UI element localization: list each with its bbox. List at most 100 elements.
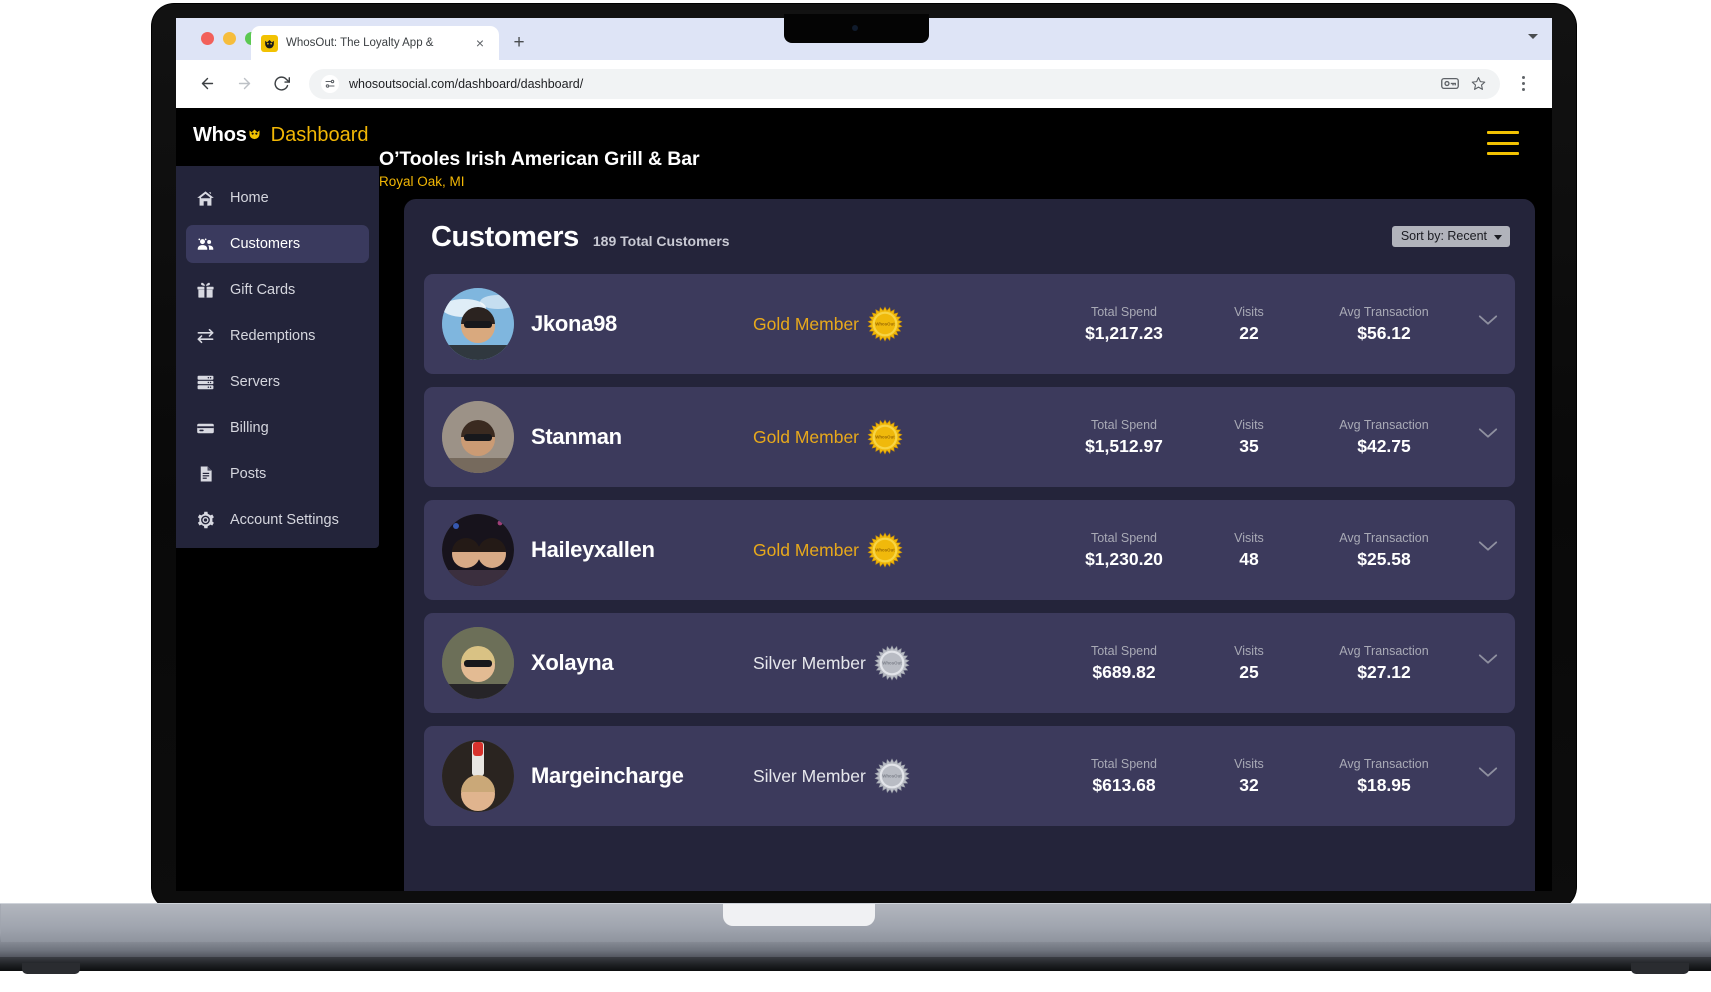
customer-row[interactable]: Haileyxallen Gold Member WhosOut Total Spen…	[424, 500, 1515, 600]
stat-visits: Visits 35	[1195, 418, 1303, 457]
svg-text:WhosOut: WhosOut	[875, 434, 895, 439]
page-title: Customers	[431, 221, 579, 253]
stat-value: $42.75	[1357, 435, 1411, 456]
avatar	[442, 627, 514, 699]
sidebar-item-customers[interactable]: Customers	[186, 225, 369, 263]
expand-row-chevron-down-icon[interactable]	[1465, 313, 1511, 327]
customers-panel: Customers 189 Total Customers Sort by: R…	[404, 199, 1535, 891]
stat-total-spend: Total Spend $1,217.23	[1053, 305, 1195, 344]
sidebar: Home Customers Gift Cards Redemptions Server…	[176, 166, 379, 548]
forward-arrow-icon[interactable]	[229, 69, 259, 99]
membership-tier: Silver Member WhosOut	[753, 645, 1003, 681]
credit-card-icon	[196, 419, 215, 438]
membership-tier: Gold Member WhosOut	[753, 532, 1003, 568]
stat-label: Avg Transaction	[1339, 643, 1429, 658]
svg-text:WhosOut: WhosOut	[875, 321, 895, 326]
exchange-icon	[196, 327, 215, 346]
customer-name: Stanman	[531, 424, 622, 449]
stat-value: $613.68	[1092, 774, 1156, 795]
stat-value: $56.12	[1357, 322, 1411, 343]
sidebar-nav: Home Customers Gift Cards Redemptions Server…	[176, 166, 379, 539]
stat-value: $1,230.20	[1085, 548, 1163, 569]
sidebar-item-redemptions[interactable]: Redemptions	[186, 317, 369, 355]
expand-row-chevron-down-icon[interactable]	[1465, 765, 1511, 779]
expand-row-chevron-down-icon[interactable]	[1465, 652, 1511, 666]
users-icon	[196, 235, 215, 254]
membership-tier-label: Silver Member	[753, 765, 866, 786]
stat-visits: Visits 22	[1195, 305, 1303, 344]
membership-tier: Gold Member WhosOut	[753, 419, 1003, 455]
stat-label: Visits	[1234, 417, 1264, 432]
customer-row[interactable]: Jkona98 Gold Member WhosOut Total Spend $1,2…	[424, 274, 1515, 374]
stat-label: Total Spend	[1090, 304, 1158, 319]
customer-name: Jkona98	[531, 311, 617, 336]
stat-label: Total Spend	[1090, 417, 1158, 432]
new-tab-button[interactable]: +	[509, 33, 529, 53]
avatar	[442, 514, 514, 586]
customer-stats: Total Spend $1,230.20 Visits 48 Avg Transact…	[1053, 531, 1515, 570]
customer-row[interactable]: Margeincharge Silver Member WhosOut Total S…	[424, 726, 1515, 826]
chevron-down-icon[interactable]	[1528, 34, 1538, 39]
close-icon[interactable]: ×	[471, 34, 489, 52]
customer-stats: Total Spend $689.82 Visits 25 Avg Transactio…	[1053, 644, 1515, 683]
minimize-window-button[interactable]	[223, 32, 236, 45]
sidebar-item-servers[interactable]: Servers	[186, 363, 369, 401]
sidebar-item-home[interactable]: Home	[186, 179, 369, 217]
svg-text:WhosOut: WhosOut	[882, 773, 902, 778]
payment-methods-icon[interactable]	[1441, 77, 1459, 90]
stat-avg-transaction: Avg Transaction $27.12	[1303, 644, 1465, 683]
browser-toolbar: whosoutsocial.com/dashboard/dashboard/	[176, 60, 1552, 108]
whosout-logo-icon	[261, 34, 278, 52]
whosout-owl-icon	[247, 126, 262, 141]
expand-row-chevron-down-icon[interactable]	[1465, 426, 1511, 440]
stat-visits: Visits 48	[1195, 531, 1303, 570]
customer-row[interactable]: Xolayna Silver Member WhosOut Total Spend $6…	[424, 613, 1515, 713]
reload-icon[interactable]	[266, 69, 296, 99]
membership-tier: Silver Member WhosOut	[753, 758, 1003, 794]
sidebar-item-posts[interactable]: Posts	[186, 455, 369, 493]
sidebar-item-gift-cards[interactable]: Gift Cards	[186, 271, 369, 309]
stat-label: Total Spend	[1090, 756, 1158, 771]
stat-total-spend: Total Spend $689.82	[1053, 644, 1195, 683]
gear-icon	[196, 511, 215, 530]
close-window-button[interactable]	[201, 32, 214, 45]
sidebar-item-label: Redemptions	[230, 328, 316, 344]
hamburger-menu-icon[interactable]	[1487, 131, 1519, 155]
silver-badge-icon: WhosOut	[874, 645, 910, 681]
stat-value: 32	[1239, 774, 1259, 795]
back-arrow-icon[interactable]	[192, 69, 222, 99]
server-icon	[196, 373, 215, 392]
browser-menu-icon[interactable]	[1510, 69, 1536, 99]
sidebar-item-label: Account Settings	[230, 512, 339, 528]
stat-value: $689.82	[1092, 661, 1156, 682]
customer-name: Margeincharge	[531, 763, 684, 788]
stat-value: 48	[1239, 548, 1259, 569]
customer-row[interactable]: Stanman Gold Member WhosOut Total Spend $1,5…	[424, 387, 1515, 487]
site-settings-icon[interactable]	[321, 74, 339, 93]
panel-header: Customers 189 Total Customers Sort by: R…	[404, 199, 1535, 274]
sort-by-select[interactable]: Sort by: Recent	[1391, 226, 1510, 247]
browser-tab[interactable]: WhosOut: The Loyalty App & ×	[251, 26, 499, 60]
stat-label: Visits	[1234, 304, 1264, 319]
sidebar-item-account-settings[interactable]: Account Settings	[186, 501, 369, 539]
address-bar[interactable]: whosoutsocial.com/dashboard/dashboard/	[309, 68, 1500, 99]
expand-row-chevron-down-icon[interactable]	[1465, 539, 1511, 553]
bookmark-star-icon[interactable]	[1471, 76, 1486, 91]
venue-location: Royal Oak, MI	[379, 174, 465, 189]
stat-value: $1,217.23	[1085, 322, 1163, 343]
stat-label: Avg Transaction	[1339, 530, 1429, 545]
customer-list: Jkona98 Gold Member WhosOut Total Spend $1,2…	[404, 274, 1535, 826]
sidebar-item-label: Customers	[230, 236, 301, 252]
sidebar-item-label: Home	[230, 190, 269, 206]
sidebar-item-label: Billing	[230, 420, 269, 436]
brand-logo[interactable]: Whos Dashboard	[193, 124, 368, 147]
customer-stats: Total Spend $1,512.97 Visits 35 Avg Transact…	[1053, 418, 1515, 457]
sidebar-item-billing[interactable]: Billing	[186, 409, 369, 447]
brand-section-label: Dashboard	[270, 124, 369, 146]
membership-tier-label: Silver Member	[753, 652, 866, 673]
stat-label: Avg Transaction	[1339, 304, 1429, 319]
page-title-group: Customers 189 Total Customers	[431, 221, 730, 254]
stat-value: $27.12	[1357, 661, 1411, 682]
silver-badge-icon: WhosOut	[874, 758, 910, 794]
brand-name: Whos	[193, 124, 262, 147]
